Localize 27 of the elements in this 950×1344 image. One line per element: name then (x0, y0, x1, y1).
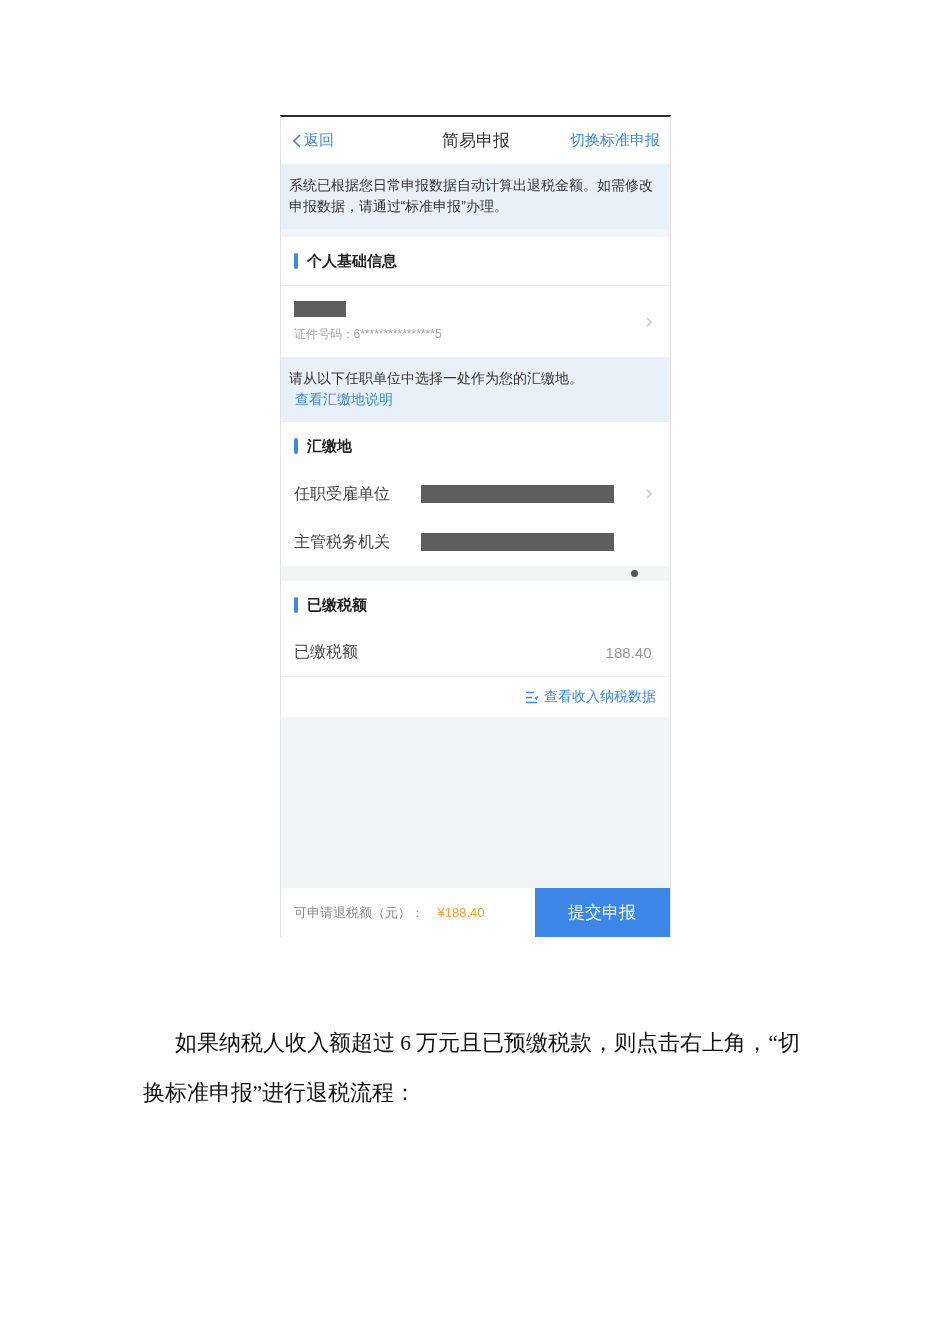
back-button[interactable]: 返回 (292, 131, 334, 150)
field-label: 已缴税额 (293, 642, 359, 662)
list-icon (524, 690, 538, 704)
id-number-text: 证件号码：6****************5 (293, 325, 443, 343)
caption-paragraph: 如果纳税人收入额超过 6 万元且已预缴税款，则点击右上角，“切换标准申报”进行退税流程： (142, 1030, 801, 1107)
submit-button[interactable]: 提交申报 (534, 888, 670, 937)
field-value: 188.40 (605, 644, 652, 661)
section-title: 汇缴地 (306, 436, 352, 456)
section-title: 已缴税额 (306, 595, 367, 615)
refund-amount: ¥188.40 (437, 905, 485, 920)
accent-bar-icon (293, 253, 298, 269)
list-row[interactable]: 任职受雇单位 (280, 470, 670, 518)
refund-label: 可申请退税额（元）： (293, 903, 424, 922)
field-label: 主管税务机关 (293, 531, 391, 552)
chevron-icon (292, 133, 301, 148)
dot-icon (630, 570, 638, 577)
explanation-link[interactable]: 查看汇缴地说明 (294, 391, 393, 407)
accent-bar-icon (293, 597, 298, 613)
data-link[interactable]: 查看收入纳税数据 (524, 688, 656, 706)
notice-text: 系统已根据您日常申报数据自动计算出退税金额。如需修改申报数据，请通过“标准申报”办理。 (288, 176, 654, 216)
list-row[interactable]: 证件号码：6****************5 (280, 285, 670, 357)
section-title: 个人基础信息 (306, 251, 397, 271)
accent-bar-icon (293, 438, 298, 454)
field-label: 任职受雇单位 (293, 483, 391, 504)
page-title: 简易申报 (442, 130, 510, 152)
switch-button[interactable]: 切换标准申报 (569, 131, 660, 150)
notice-text: 请从以下任职单位中选择一处作为您的汇缴地。 查看汇缴地说明 (288, 369, 584, 409)
